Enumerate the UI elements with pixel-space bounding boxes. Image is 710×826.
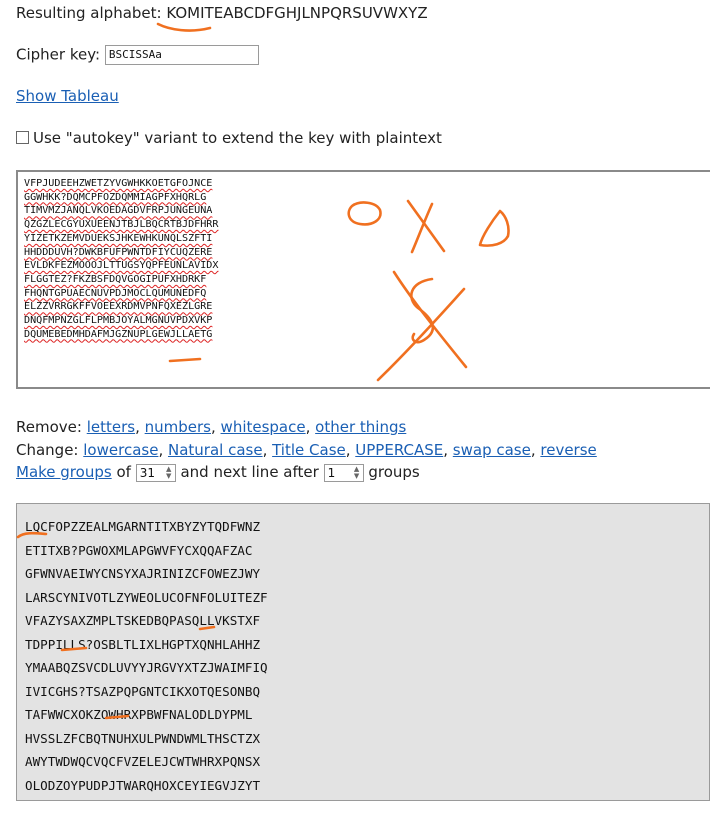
text-line: LQCFOPZZEALMGARNTITXBYZYTQDFWNZ — [25, 519, 261, 534]
change-uppercase-link[interactable]: UPPERCASE — [355, 441, 443, 459]
text-line: LARSCYNIVOTLZYWEOLUCOFNFOLUITEZF — [25, 589, 268, 605]
input-text: VFPJUDEEHZWETZYVGWHKKOETGFOJNCE GGWHKK?DQ… — [24, 177, 218, 341]
group-size-value: 31 — [139, 465, 155, 480]
change-row: Change: lowercase, Natural case, Title C… — [16, 441, 597, 459]
line-after-value: 1 — [327, 465, 336, 480]
text-line: ETITXB?PGWOXMLAPGWVFYCXQQAFZAC — [25, 542, 253, 558]
text-line: FLGGTEZ?FKZBSFDQVGOGIPUFXHDRKF — [24, 273, 207, 285]
text-line: AWYTWDWQCVQCFVZELEJCWTWHRXPQNSX — [25, 754, 261, 769]
alphabet-label: Resulting alphabet: — [16, 4, 162, 22]
text-line: HHDDDUVH?DWKBFUFPWNTDFIYCUQZERE — [24, 246, 213, 258]
text-line: VFPJUDEEHZWETZYVGWHKKOETGFOJNCE — [24, 178, 213, 189]
text-line: IVICGHS?TSAZPQPGNTCIKXOTQESONBQ — [25, 683, 261, 699]
remove-letters-link[interactable]: letters — [87, 418, 135, 436]
text-line: YIZETKZEMVDUEKSJHKEWHKUNQLSZFTI — [24, 232, 213, 244]
text-line: GFWNVAEIWYCNSYXAJRINIZCFOWEZJWY — [25, 566, 261, 581]
cipher-key-label: Cipher key: — [16, 45, 101, 64]
change-natural-case-link[interactable]: Natural case — [168, 441, 263, 459]
output-text: LQCFOPZZEALMGARNTITXBYZYTQDFWNZ ETITXB?PG… — [25, 515, 268, 797]
group-size-stepper[interactable]: 31 ▲ ▼ — [135, 463, 176, 482]
text-line: YMAABQZSVCDLUVYYJRGVYXTZJWAIMFIQ — [25, 660, 268, 675]
text-line: ELZZVRRGKFFVOEEXRDMVPNFQXEZLGRE — [24, 301, 213, 313]
make-groups-link[interactable]: Make groups — [16, 463, 112, 481]
remove-numbers-link[interactable]: numbers — [145, 418, 211, 436]
remove-other-things-link[interactable]: other things — [315, 418, 406, 436]
remove-label: Remove: — [16, 418, 82, 436]
input-textarea[interactable]: VFPJUDEEHZWETZYVGWHKKOETGFOJNCE GGWHKK?DQ… — [16, 170, 710, 389]
line-after-stepper[interactable]: 1 ▲ ▼ — [323, 463, 364, 482]
autokey-row: Use "autokey" variant to extend the key … — [16, 129, 442, 147]
text-line: FHQNTGPUAECNUVPDJMOCLQUMUNEDFQ — [24, 287, 207, 299]
change-reverse-link[interactable]: reverse — [540, 441, 596, 459]
text-line: QZGZLECGYUXUEENJTBJLBQCRTBJDFHRR — [24, 219, 219, 231]
cipher-key-input[interactable]: BSCISSAa — [104, 45, 259, 65]
output-area[interactable]: LQCFOPZZEALMGARNTITXBYZYTQDFWNZ ETITXB?PG… — [16, 503, 710, 801]
next-line-label: and next line after — [180, 463, 319, 481]
change-label: Change: — [16, 441, 79, 459]
text-line: HVSSLZFCBQTNUHXULPWNDWMLTHSCTZX — [25, 730, 261, 746]
alphabet-row: Resulting alphabet: KOMITEABCDFGHJLNPQRS… — [16, 4, 428, 22]
change-lowercase-link[interactable]: lowercase — [83, 441, 158, 459]
show-tableau-link[interactable]: Show Tableau — [16, 87, 119, 105]
text-line: DNQFMPNZGLFLPMBJOYALMGNUVPDXVKP — [24, 315, 213, 327]
alphabet-value: KOMITEABCDFGHJLNPQRSUVWXYZ — [166, 4, 428, 22]
text-line: EVLDKFEZMOOOJLTTUGSYQPFEUNLAVIDX — [24, 260, 219, 272]
text-line: GGWHKK?DQMCPFOZDQMMIAGPFXHQRLG — [24, 191, 207, 203]
text-line: TDPPILLS?OSBLTLIXLHGPTXQNHLAHHZ — [25, 636, 261, 652]
autokey-checkbox[interactable] — [16, 131, 29, 144]
groups-word-label: groups — [368, 463, 420, 481]
annotation-underline-alphabet — [156, 22, 212, 32]
autokey-label: Use "autokey" variant to extend the key … — [33, 129, 442, 147]
remove-whitespace-link[interactable]: whitespace — [221, 418, 306, 436]
text-line: TAFWWCXOKZOWHRXPBWFNALODLDYPML — [25, 707, 253, 722]
remove-row: Remove: letters, numbers, whitespace, ot… — [16, 418, 407, 436]
text-line: DQUMEBEDMHDAFMJGZNUPLGEWJLLAETG — [24, 328, 213, 340]
groups-row: Make groups of 31 ▲ ▼ and next line after … — [16, 463, 420, 482]
stepper-arrows-icon[interactable]: ▲ ▼ — [164, 465, 174, 480]
text-line: OLODZOYPUDPJTWARQHOXCEYIEGVJZYT — [25, 777, 261, 793]
groups-of-label: of — [116, 463, 131, 481]
change-title-case-link[interactable]: Title Case — [272, 441, 346, 459]
text-line: VFAZYSAXZMPLTSKEDBQPASQLLVKSTXF — [25, 613, 261, 628]
change-swap-case-link[interactable]: swap case — [453, 441, 531, 459]
cipher-key-row: Cipher key: BSCISSAa — [16, 45, 259, 65]
stepper-arrows-icon[interactable]: ▲ ▼ — [352, 465, 362, 480]
text-line: TIMVMZJANQLVKOEDAGDVFRPJUNGEUNA — [24, 205, 213, 217]
